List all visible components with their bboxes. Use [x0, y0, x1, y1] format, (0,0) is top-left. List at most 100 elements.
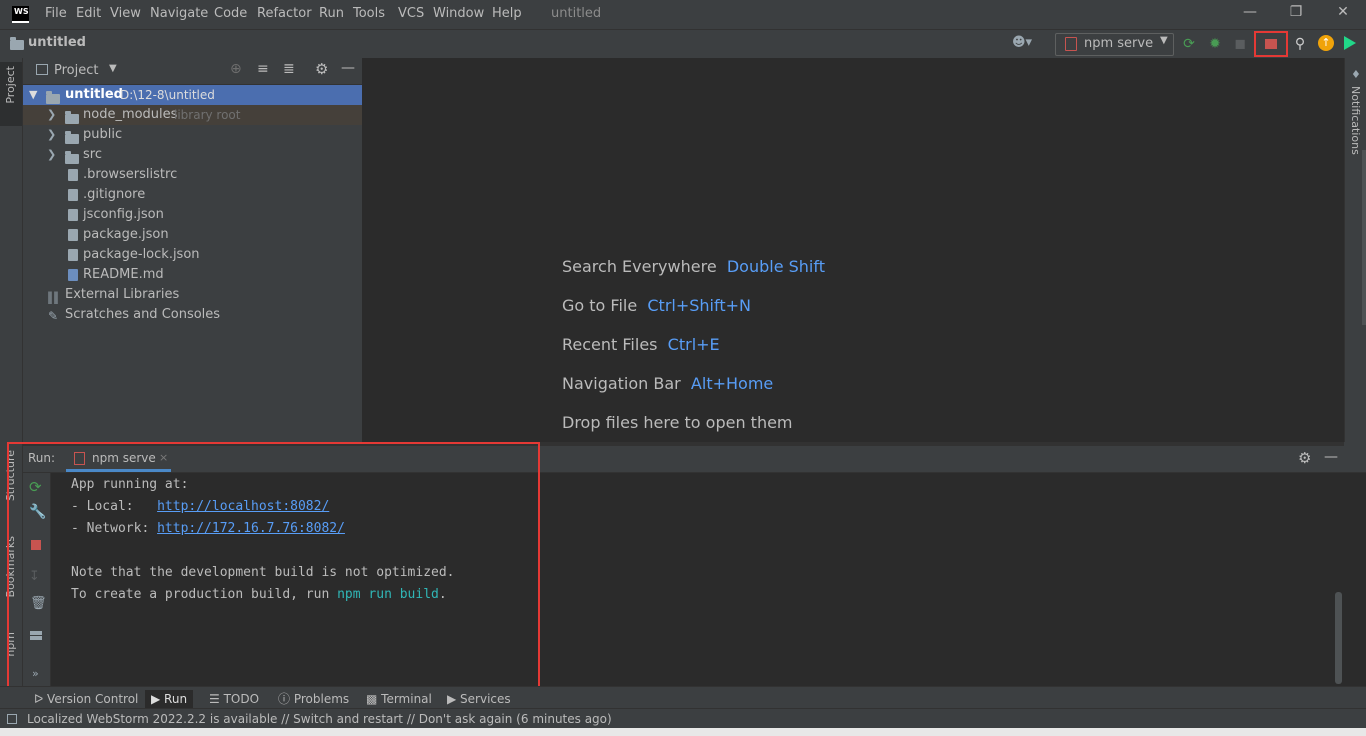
hide-panel-icon[interactable]: —	[341, 60, 355, 76]
hint-search-everywhere: Search Everywhere Double Shift	[562, 257, 825, 276]
debug-icon[interactable]: ✹	[1205, 34, 1225, 54]
panel-toggle-icon[interactable]	[7, 714, 17, 724]
scrollbar-thumb[interactable]	[1362, 150, 1366, 325]
menu-tools[interactable]: Tools	[353, 6, 385, 21]
chevron-right-icon[interactable]: ❯	[47, 125, 56, 145]
coverage-icon: ◼	[1234, 36, 1246, 52]
tree-row-file[interactable]: .gitignore	[23, 185, 362, 205]
gitignore-file-icon	[68, 189, 78, 201]
menu-edit[interactable]: Edit	[76, 6, 101, 21]
menu-code[interactable]: Code	[214, 6, 247, 21]
run-config-selector[interactable]: npm serve ▼	[1055, 33, 1174, 56]
hint-navigation-bar: Navigation Bar Alt+Home	[562, 374, 773, 393]
expand-all-icon[interactable]: ≡	[257, 61, 269, 77]
collapse-all-icon[interactable]: ≣	[283, 61, 295, 77]
right-tool-stripe: ♦ Notifications	[1344, 58, 1366, 442]
menu-vcs[interactable]: VCS	[398, 6, 424, 21]
locate-icon[interactable]: ⊕	[230, 61, 242, 77]
project-panel-header: Project ▼ ⊕ ≡ ≣ ⚙ —	[23, 58, 362, 85]
restore-icon[interactable]: ❐	[1281, 4, 1311, 24]
tree-label: public	[83, 127, 123, 142]
stop-button-highlight[interactable]	[1254, 31, 1288, 57]
tab-label: TODO	[223, 692, 260, 706]
chevron-down-icon[interactable]: ▼	[29, 85, 37, 105]
project-view-icon	[36, 64, 48, 75]
breadcrumb-project[interactable]: untitled	[28, 35, 86, 50]
console-scrollbar[interactable]	[1335, 592, 1342, 684]
tree-row-file[interactable]: package.json	[23, 225, 362, 245]
search-icon[interactable]: ⚲	[1290, 34, 1310, 54]
plugin-icon[interactable]	[1344, 36, 1356, 50]
hint-text: Drop files here to open them	[562, 413, 793, 432]
hint-recent-files: Recent Files Ctrl+E	[562, 335, 720, 354]
tree-label: README.md	[83, 267, 164, 282]
menu-run[interactable]: Run	[319, 6, 344, 21]
tree-label: External Libraries	[65, 287, 180, 302]
tree-label: node_modules	[83, 107, 178, 122]
markdown-file-icon	[68, 269, 78, 281]
menu-window[interactable]: Window	[433, 6, 484, 21]
hint-go-to-file: Go to File Ctrl+Shift+N	[562, 296, 751, 315]
tab-services[interactable]: ▶ Services	[441, 690, 517, 708]
chevron-right-icon[interactable]: ❯	[47, 145, 56, 165]
project-view-selector[interactable]: Project	[54, 63, 98, 78]
tree-row-root[interactable]: ▼ untitled D:\12-8\untitled	[23, 85, 362, 105]
editor-empty-area[interactable]	[362, 58, 1344, 442]
file-icon	[68, 169, 78, 181]
tree-row-public[interactable]: ❯ public	[23, 125, 362, 145]
tab-problems[interactable]: ⓘ Problems	[272, 690, 355, 708]
os-taskbar	[0, 728, 1366, 736]
left-tool-stripe: Project	[0, 58, 23, 442]
tab-terminal[interactable]: ▩ Terminal	[360, 690, 438, 708]
menu-refactor[interactable]: Refactor	[257, 6, 312, 21]
webstorm-logo-icon: WS	[12, 6, 29, 23]
update-icon[interactable]: ↑	[1318, 35, 1334, 51]
run-panel-highlight	[7, 442, 540, 688]
stop-icon	[1265, 39, 1277, 49]
tree-row-file[interactable]: jsconfig.json	[23, 205, 362, 225]
hint-text: Navigation Bar	[562, 374, 681, 393]
tree-row-file[interactable]: README.md	[23, 265, 362, 285]
tree-hint: D:\12-8\untitled	[120, 88, 215, 102]
rerun-icon[interactable]: ⟳	[1179, 34, 1199, 54]
tree-row-external-libraries[interactable]: ‖‖ External Libraries	[23, 285, 362, 305]
minimize-icon[interactable]: —	[1235, 4, 1265, 24]
tree-label: Scratches and Consoles	[65, 307, 221, 322]
bell-icon: ♦	[1351, 68, 1361, 81]
tab-version-control[interactable]: ᐅ Version Control	[28, 690, 144, 708]
tab-label: Terminal	[381, 692, 432, 706]
menu-navigate[interactable]: Navigate	[150, 6, 208, 21]
tree-row-file[interactable]: .browserslistrc	[23, 165, 362, 185]
tree-row-scratches[interactable]: ✎ Scratches and Consoles	[23, 305, 362, 325]
tree-row-file[interactable]: package-lock.json	[23, 245, 362, 265]
notifications-tool-tab[interactable]: Notifications	[1349, 86, 1362, 155]
tree-row-node-modules[interactable]: ❯ node_modules library root	[23, 105, 362, 125]
json-file-icon	[68, 249, 78, 261]
status-message[interactable]: Localized WebStorm 2022.2.2 is available…	[27, 709, 612, 729]
close-icon[interactable]: ✕	[1328, 4, 1358, 24]
gear-icon[interactable]: ⚙	[1298, 449, 1311, 467]
chevron-right-icon[interactable]: ❯	[47, 105, 56, 125]
tab-run[interactable]: ▶ Run	[145, 690, 194, 708]
menu-file[interactable]: File	[45, 6, 67, 21]
hint-text: Go to File	[562, 296, 638, 315]
json-file-icon	[68, 229, 78, 241]
status-bar: Localized WebStorm 2022.2.2 is available…	[0, 708, 1366, 729]
tree-row-src[interactable]: ❯ src	[23, 145, 362, 165]
gear-icon[interactable]: ⚙	[315, 60, 328, 78]
menu-help[interactable]: Help	[492, 6, 522, 21]
tab-label: Run	[164, 692, 188, 706]
tree-label: jsconfig.json	[83, 207, 164, 222]
tab-todo[interactable]: ☰ TODO	[203, 690, 265, 708]
tab-label: Version Control	[47, 692, 139, 706]
hint-drop-files: Drop files here to open them	[562, 413, 793, 432]
menu-view[interactable]: View	[110, 6, 141, 21]
tree-label: src	[83, 147, 102, 162]
json-file-icon	[68, 209, 78, 221]
hint-text: Recent Files	[562, 335, 658, 354]
tree-label: .browserslistrc	[83, 167, 178, 182]
hide-panel-icon[interactable]: —	[1324, 449, 1338, 465]
project-tool-tab[interactable]: Project	[4, 66, 17, 104]
user-icon[interactable]: ☻▾	[1012, 35, 1032, 50]
chevron-down-icon[interactable]: ▼	[109, 63, 117, 74]
